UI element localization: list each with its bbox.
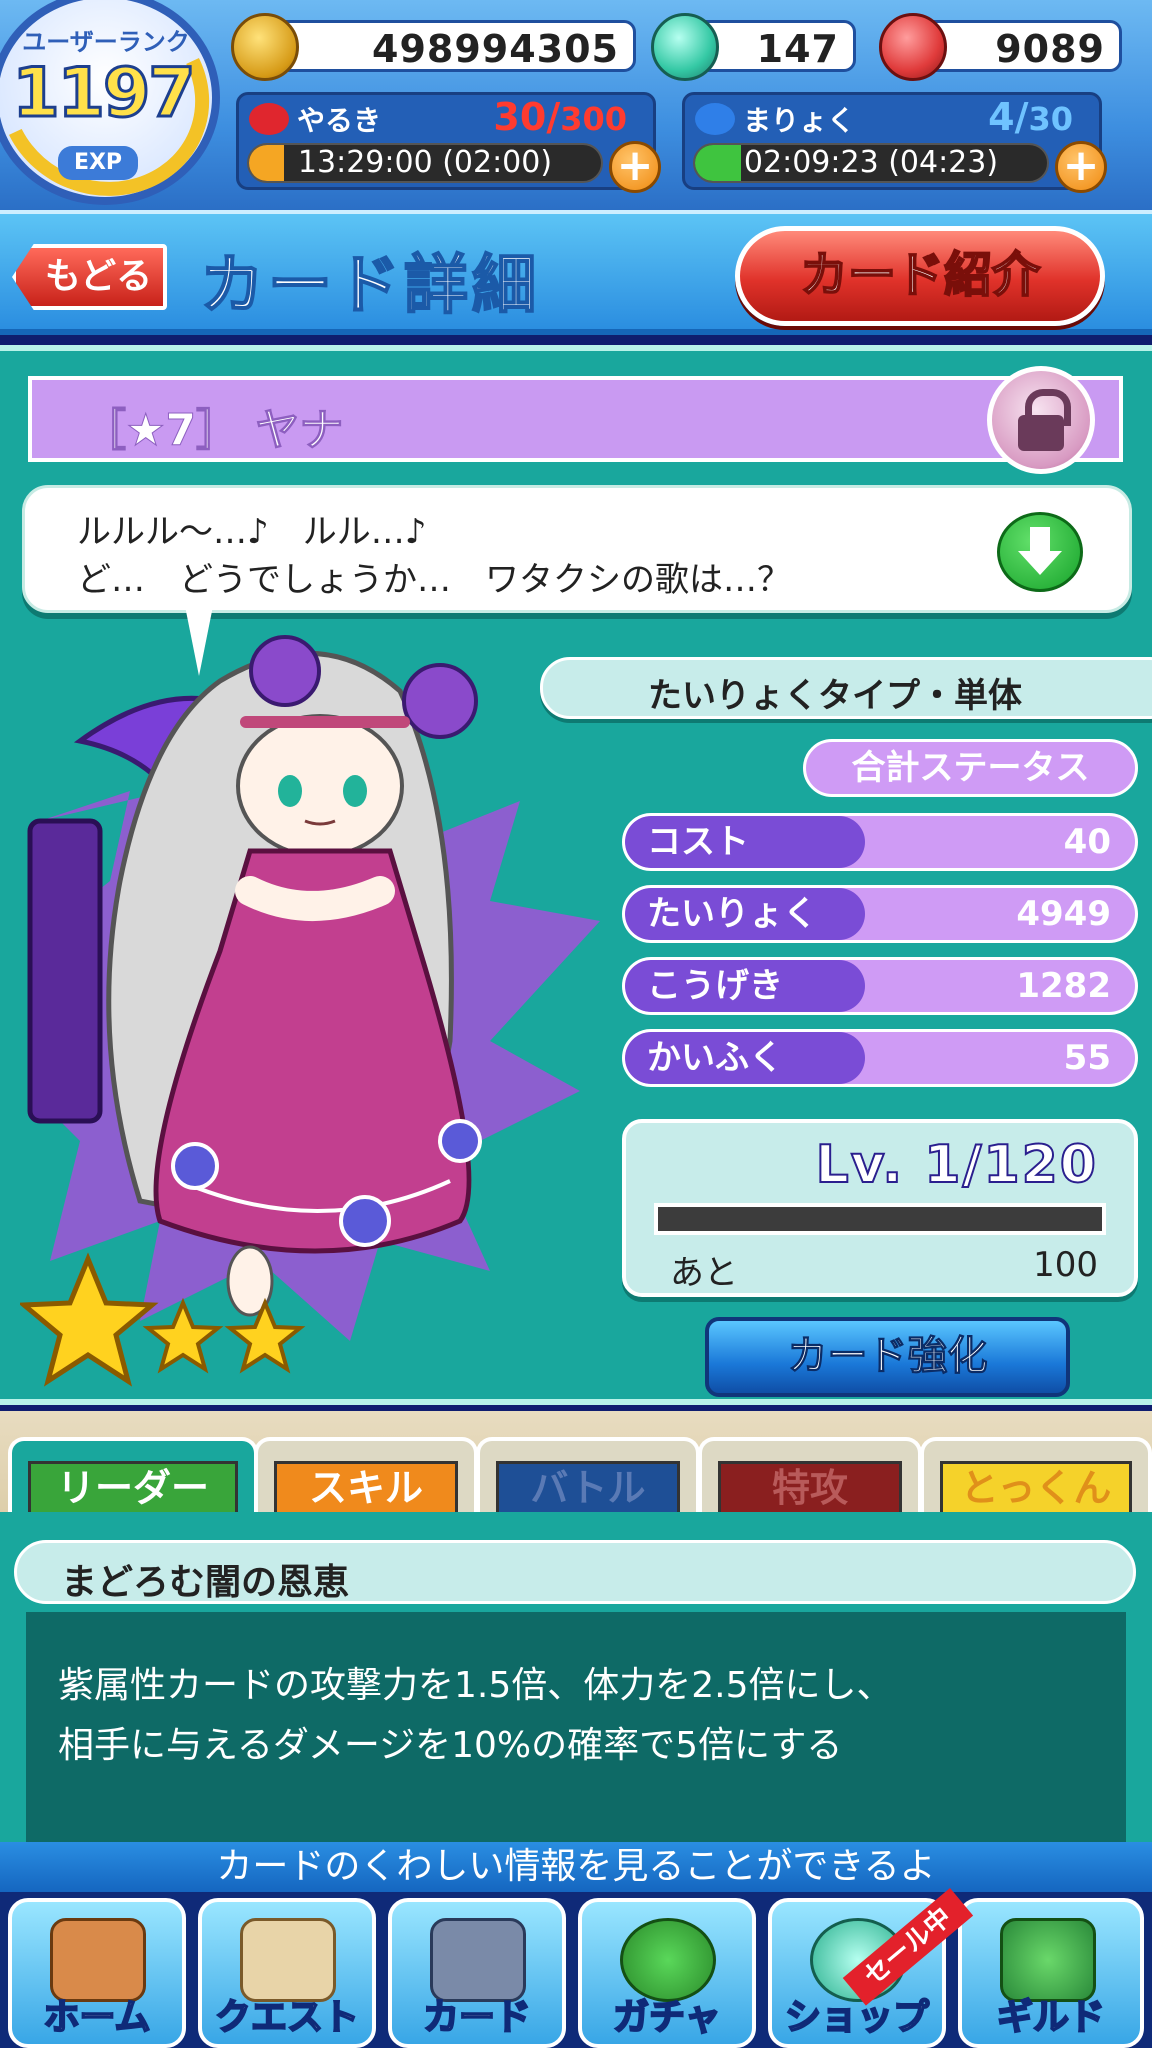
maryoku-current: 4 — [988, 95, 1015, 139]
yaruki-plus-button[interactable]: + — [609, 141, 661, 193]
yaruki-max: 300 — [560, 100, 627, 138]
user-rank-badge[interactable]: ユーザーランク 1197 EXP — [0, 0, 238, 226]
stat-key: こうげき — [625, 960, 865, 1012]
nav-gacha[interactable]: ガチャ — [578, 1898, 756, 2048]
stat-value: 4949 — [1016, 894, 1111, 934]
page-title: カード詳細 — [199, 248, 540, 324]
stat-key: かいふく — [625, 1032, 865, 1084]
tab-battle-label: バトル — [496, 1461, 680, 1515]
total-status-label: 合計ステータス — [803, 739, 1138, 797]
back-button[interactable]: もどる — [12, 244, 167, 310]
blue-puyo-icon — [695, 103, 735, 135]
stat-value: 1282 — [1016, 966, 1111, 1006]
remaining-value: 100 — [1033, 1245, 1098, 1285]
level-box: Lv. 1/120 あと 100 — [622, 1119, 1138, 1297]
speech-line-1: ルルル～…♪ ルル…♪ — [77, 512, 427, 552]
skill-name: まどろむ闇の恩恵 — [61, 1562, 350, 1603]
card-intro-button[interactable]: カード紹介 — [735, 226, 1105, 326]
card-name-bar: ［★7］ ヤナ — [28, 366, 1123, 474]
stat-row: コスト 40 — [622, 813, 1138, 871]
skill-panel: まどろむ闇の恩恵 紫属性カードの攻撃力を1.5倍、体力を2.5倍にし、 相手に与… — [0, 1512, 1152, 1842]
nav-quest[interactable]: クエスト — [198, 1898, 376, 2048]
stat-key: コスト — [625, 816, 865, 868]
status-bar: ユーザーランク 1197 EXP 498994305 147 9089 やるき … — [0, 0, 1152, 226]
remaining-label: あと — [670, 1253, 738, 1293]
gem-value: 147 — [756, 27, 839, 71]
hint-text: カードのくわしい情報を見ることができるよ — [0, 1842, 1152, 1892]
speech-line-2: ど… どうでしょうか… ワタクシの歌は…？ — [77, 560, 791, 600]
maryoku-value: 4/30 — [988, 95, 1073, 139]
card-enhance-button[interactable]: カード強化 — [705, 1317, 1070, 1397]
yaruki-value: 30/300 — [493, 95, 627, 139]
maryoku-meter: まりょく 4/30 02:09:23 (04:23) + — [682, 92, 1107, 193]
title-bar: もどる カード詳細 カード紹介 — [0, 210, 1152, 335]
maryoku-max: 30 — [1028, 100, 1073, 138]
level-progress-bar — [654, 1203, 1106, 1235]
tab-leader-label: リーダー — [28, 1461, 238, 1515]
nav-quest-label: クエスト — [214, 1996, 360, 2039]
stat-value: 40 — [1063, 822, 1111, 862]
nav-home[interactable]: ホーム — [8, 1898, 186, 2048]
nav-gacha-label: ガチャ — [612, 1996, 722, 2039]
yaruki-label: やるき — [297, 104, 382, 137]
star-icon — [20, 1252, 159, 1387]
stat-key: たいりょく — [625, 888, 865, 940]
lock-icon[interactable] — [987, 366, 1095, 474]
red-puyo-icon — [249, 103, 289, 135]
speech-bubble: ルルル～…♪ ルル…♪ ど… どうでしょうか… ワタクシの歌は…？ — [22, 485, 1132, 613]
skill-desc-line-2: 相手に与えるダメージを10%の確率で5倍にする — [58, 1725, 843, 1766]
coin-counter: 498994305 — [231, 13, 636, 81]
coin-value: 498994305 — [372, 27, 619, 71]
skill-desc-line-1: 紫属性カードの攻撃力を1.5倍、体力を2.5倍にし、 — [58, 1665, 893, 1706]
tab-skill-label: スキル — [274, 1461, 458, 1515]
nav-home-label: ホーム — [43, 1996, 152, 2039]
nav-guild-label: ギルド — [996, 1996, 1106, 2039]
yaruki-progress: 13:29:00 (02:00) — [247, 143, 603, 183]
maryoku-plus-button[interactable]: + — [1055, 141, 1107, 193]
nav-card[interactable]: カード — [388, 1898, 566, 2048]
exp-label: EXP — [58, 146, 138, 180]
stat-row: こうげき 1282 — [622, 957, 1138, 1015]
maryoku-label: まりょく — [743, 104, 856, 137]
yaruki-timer: 13:29:00 (02:00) — [297, 145, 553, 180]
user-rank-value: 1197 — [11, 53, 197, 135]
skill-description: 紫属性カードの攻撃力を1.5倍、体力を2.5倍にし、 相手に与えるダメージを10… — [26, 1612, 1126, 1842]
card-level: Lv. 1/120 — [815, 1134, 1098, 1196]
skill-name-bar: まどろむ闇の恩恵 — [14, 1540, 1136, 1604]
meat-value: 9089 — [995, 27, 1105, 71]
maryoku-progress: 02:09:23 (04:23) — [693, 143, 1049, 183]
nav-guild[interactable]: ギルド — [958, 1898, 1144, 2048]
stat-row: かいふく 55 — [622, 1029, 1138, 1087]
maryoku-timer: 02:09:23 (04:23) — [743, 145, 999, 180]
user-rank-label: ユーザーランク — [22, 28, 190, 56]
yaruki-meter: やるき 30/300 13:29:00 (02:00) + — [236, 92, 661, 193]
card-name: ［★7］ ヤナ — [81, 405, 344, 457]
meat-icon — [879, 13, 947, 81]
coin-icon — [231, 13, 299, 81]
card-type-bar: たいりょくタイプ・単体 — [540, 657, 1152, 719]
rarity-stars — [20, 1252, 306, 1387]
gem-counter: 147 — [651, 13, 856, 81]
download-arrow-icon[interactable] — [997, 512, 1083, 592]
star-icon — [224, 1297, 306, 1374]
gem-icon — [651, 13, 719, 81]
tab-tokkun-label: とっくん — [940, 1461, 1132, 1515]
stat-row: たいりょく 4949 — [622, 885, 1138, 943]
card-detail-panel: ［★7］ ヤナ ルルル～…♪ ルル…♪ ど… どうでしょうか… ワタクシの歌は…… — [0, 345, 1152, 1405]
nav-card-label: カード — [422, 1996, 532, 2039]
card-type: たいりょくタイプ・単体 — [648, 676, 1022, 716]
stat-value: 55 — [1063, 1038, 1111, 1078]
yaruki-current: 30 — [493, 95, 547, 139]
tab-tokkou-label: 特攻 — [718, 1461, 902, 1515]
star-icon — [142, 1297, 224, 1374]
meat-counter: 9089 — [879, 13, 1122, 81]
bottom-nav: ホーム クエスト カード ガチャ ショップ ギルド — [0, 1892, 1152, 2048]
